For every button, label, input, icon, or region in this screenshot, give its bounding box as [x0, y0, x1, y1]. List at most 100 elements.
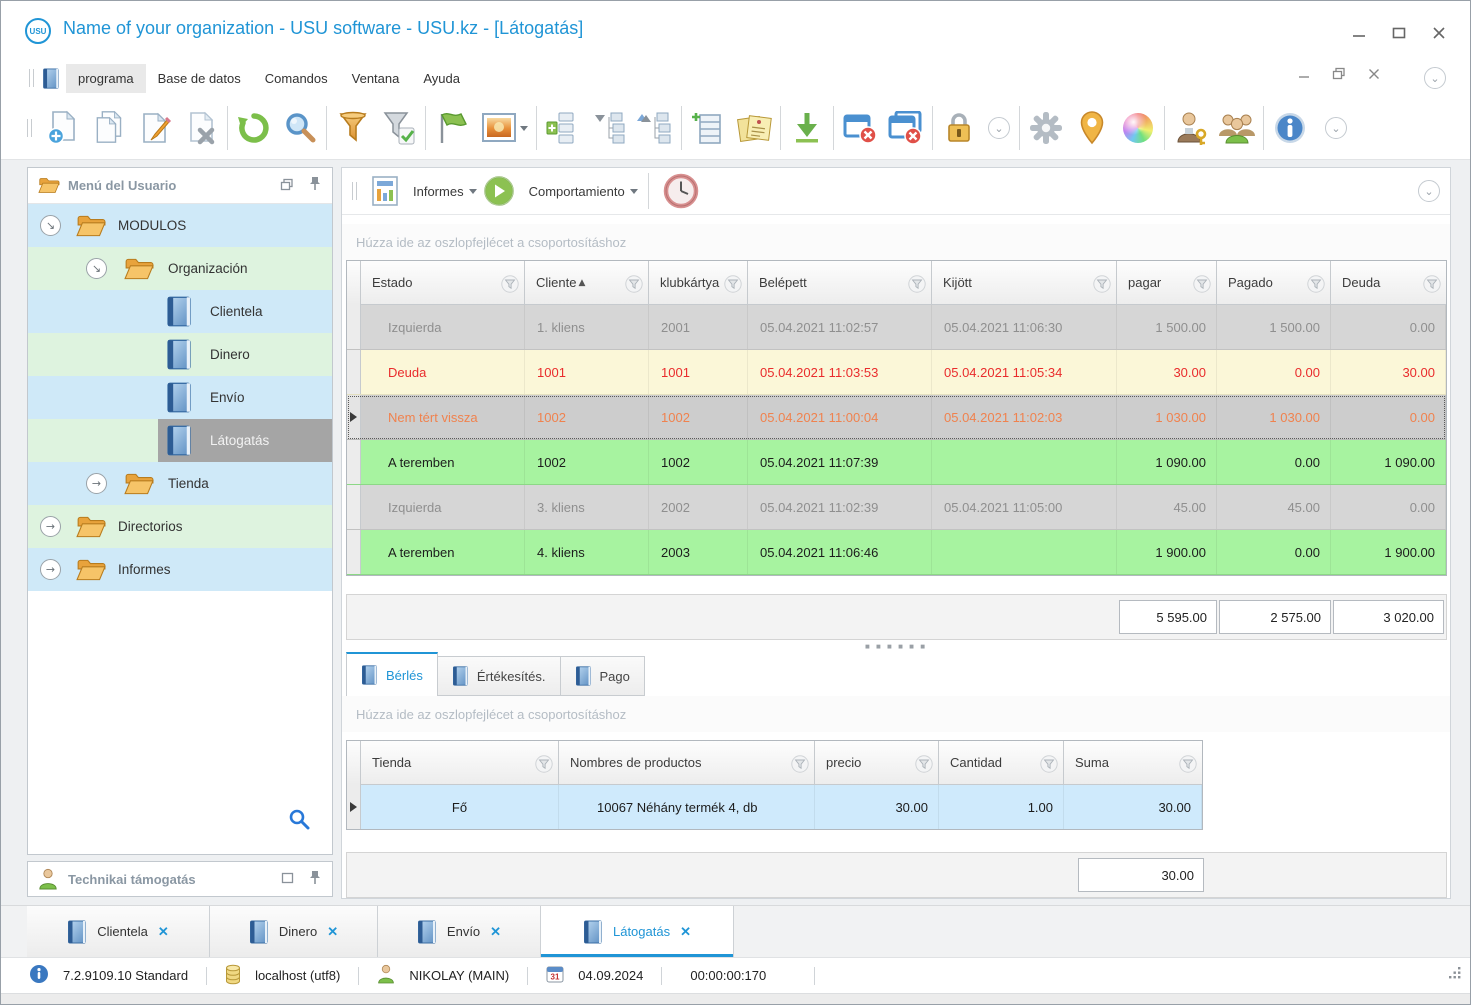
picture-dropdown-caret-icon[interactable] [520, 126, 528, 131]
doc-tab-envio[interactable]: Envío ✕ [378, 906, 541, 957]
mdi-restore-button[interactable] [1332, 67, 1346, 83]
menu-programa[interactable]: programa [66, 64, 146, 93]
tab-pago[interactable]: Pago [560, 656, 645, 696]
close-all-windows-button[interactable] [883, 104, 929, 152]
location-pin-button[interactable] [1069, 104, 1115, 152]
table-row[interactable]: Deuda1001 100105.04.2021 11:03:53 05.04.… [347, 350, 1446, 395]
pin-panel-icon[interactable] [308, 176, 322, 195]
notes-button[interactable] [731, 104, 777, 152]
filter-icon[interactable] [724, 275, 742, 293]
add-row-button[interactable] [685, 104, 731, 152]
menu-overflow-chevron-icon[interactable]: ⌄ [1424, 67, 1446, 89]
add-group-button[interactable] [540, 104, 586, 152]
menu-comandos[interactable]: Comandos [253, 64, 340, 93]
technical-support-panel[interactable]: Technikai támogatás [27, 861, 333, 897]
column-header-productos[interactable]: Nombres de productos [559, 741, 815, 785]
copy-document-button[interactable] [86, 104, 132, 152]
column-header-suma[interactable]: Suma [1064, 741, 1202, 785]
collapse-node-icon[interactable]: ↘ [40, 215, 61, 236]
table-row[interactable]: A teremben4. kliens 200305.04.2021 11:06… [347, 530, 1446, 575]
toolbar-drag-handle[interactable] [29, 69, 34, 87]
tree-search-icon[interactable] [288, 808, 310, 833]
column-header-cliente[interactable]: Cliente▲ [525, 261, 649, 305]
go-arrow-icon[interactable] [477, 171, 521, 211]
filter-icon[interactable] [791, 755, 809, 773]
expand-node-icon[interactable]: → [40, 559, 61, 580]
user-permissions-button[interactable] [1168, 104, 1214, 152]
filter-icon[interactable] [501, 275, 519, 293]
lock-button[interactable] [936, 104, 982, 152]
table-row-selected[interactable]: Nem tért vissza1002 100205.04.2021 11:00… [347, 395, 1446, 440]
search-button[interactable] [277, 104, 323, 152]
tab-ertekesites[interactable]: Értékesítés. [437, 656, 561, 696]
close-tab-icon[interactable]: ✕ [490, 924, 501, 940]
column-header-kijott[interactable]: Kijött [932, 261, 1117, 305]
close-tab-icon[interactable]: ✕ [680, 924, 691, 940]
expand-node-icon[interactable]: → [86, 473, 107, 494]
maximize-button[interactable] [1386, 23, 1412, 43]
menu-ventana[interactable]: Ventana [340, 64, 412, 93]
toolbar-drag-handle-3[interactable] [352, 182, 357, 200]
delete-document-button[interactable] [178, 104, 224, 152]
filter-icon[interactable] [915, 755, 933, 773]
close-button[interactable] [1426, 23, 1452, 43]
close-tab-icon[interactable]: ✕ [327, 924, 338, 940]
informes-dropdown[interactable]: Informes [413, 184, 464, 199]
menu-ayuda[interactable]: Ayuda [411, 64, 472, 93]
mdi-close-button[interactable] [1368, 68, 1380, 83]
resize-grip[interactable] [1448, 966, 1462, 983]
tree-item-clientela[interactable]: Clientela [28, 290, 332, 333]
pin-panel-icon[interactable] [308, 870, 322, 889]
filter-icon[interactable] [1093, 275, 1111, 293]
group-by-panel[interactable]: Húzza ide az oszlopfejlécet a csoportosí… [342, 224, 1450, 260]
expand-tree-down-button[interactable] [586, 104, 632, 152]
refresh-button[interactable] [231, 104, 277, 152]
column-header-deuda[interactable]: Deuda [1331, 261, 1446, 305]
filter-button[interactable] [330, 104, 376, 152]
doc-tab-dinero[interactable]: Dinero ✕ [210, 906, 378, 957]
column-header-pagar[interactable]: pagar [1117, 261, 1217, 305]
filter-icon[interactable] [535, 755, 553, 773]
maximize-panel-icon[interactable] [281, 872, 294, 887]
tree-item-organizacion[interactable]: ↘ Organización [28, 247, 332, 290]
new-document-button[interactable] [40, 104, 86, 152]
comportamiento-dropdown[interactable]: Comportamiento [529, 184, 625, 199]
detail-table-row-selected[interactable]: Fő 10067 Néhány termék 4, db 30.00 1.00 … [347, 785, 1202, 829]
settings-gear-button[interactable] [1023, 104, 1069, 152]
filter-icon[interactable] [1040, 755, 1058, 773]
doc-tab-latogatas[interactable]: Látogatás ✕ [541, 906, 734, 957]
report-toolbar-overflow-chevron-icon[interactable]: ⌄ [1418, 180, 1440, 202]
edit-document-button[interactable] [132, 104, 178, 152]
flag-button[interactable] [429, 104, 475, 152]
column-header-belepett[interactable]: Belépett [748, 261, 932, 305]
clock-button[interactable] [659, 171, 703, 211]
filter-icon[interactable] [1307, 275, 1325, 293]
mdi-minimize-button[interactable] [1298, 68, 1310, 83]
tree-item-dinero[interactable]: Dinero [28, 333, 332, 376]
color-sphere-button[interactable] [1115, 104, 1161, 152]
column-header-cantidad[interactable]: Cantidad [939, 741, 1064, 785]
minimize-button[interactable] [1346, 23, 1372, 43]
filter-icon[interactable] [1423, 275, 1441, 293]
info-button[interactable] [1267, 104, 1313, 152]
close-tab-icon[interactable]: ✕ [158, 924, 169, 940]
toolbar-drag-handle-2[interactable] [27, 119, 32, 137]
tree-item-informes[interactable]: → Informes [28, 548, 332, 591]
column-header-tienda[interactable]: Tienda [361, 741, 559, 785]
toolbar-overflow-chevron-icon[interactable]: ⌄ [982, 104, 1016, 152]
table-row[interactable]: A teremben1002 100205.04.2021 11:07:39 1… [347, 440, 1446, 485]
menu-base-de-datos[interactable]: Base de datos [146, 64, 253, 93]
detail-group-by-panel[interactable]: Húzza ide az oszlopfejlécet a csoportosí… [342, 696, 1450, 732]
comportamiento-caret-icon[interactable] [630, 189, 638, 194]
doc-tab-clientela[interactable]: Clientela ✕ [27, 906, 210, 957]
collapse-tree-up-button[interactable] [632, 104, 678, 152]
filter-icon[interactable] [908, 275, 926, 293]
tab-berles[interactable]: Bérlés [346, 652, 438, 696]
filter-icon[interactable] [625, 275, 643, 293]
tree-item-latogatas-selected[interactable]: Látogatás [28, 419, 332, 462]
filter-icon[interactable] [1193, 275, 1211, 293]
splitter-handle[interactable]: ■ ■ ■ ■ ■ ■ [342, 640, 1450, 652]
filter-icon[interactable] [1179, 755, 1197, 773]
expand-node-icon[interactable]: → [40, 516, 61, 537]
toolbar-end-chevron-icon[interactable]: ⌄ [1319, 104, 1353, 152]
